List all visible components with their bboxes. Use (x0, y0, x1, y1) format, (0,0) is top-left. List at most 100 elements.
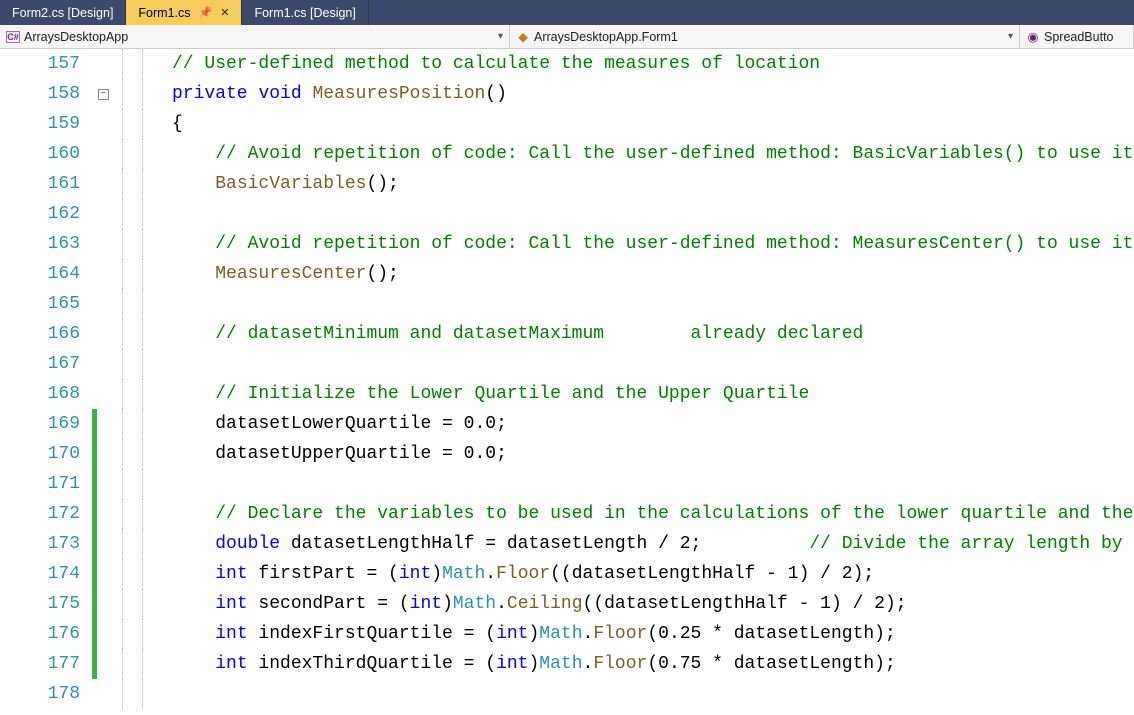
tab-form1-cs[interactable]: Form1.cs 📌 ✕ (126, 0, 242, 25)
code-line[interactable]: 167 (0, 349, 1134, 379)
chevron-down-icon: ▾ (1008, 31, 1013, 42)
tab-form2-design[interactable]: Form2.cs [Design] (0, 0, 126, 25)
indent-guides (114, 499, 172, 529)
code-line[interactable]: 164 MeasuresCenter(); (0, 259, 1134, 289)
code-line[interactable]: 178 (0, 679, 1134, 709)
line-number: 173 (0, 529, 92, 559)
tab-label: Form2.cs [Design] (12, 6, 113, 20)
code-text[interactable]: private void MeasuresPosition() (172, 79, 1134, 109)
line-number: 166 (0, 319, 92, 349)
code-line[interactable]: 166 // datasetMinimum and datasetMaximum… (0, 319, 1134, 349)
indent-guides (114, 79, 172, 109)
code-text[interactable]: // datasetMinimum and datasetMaximum alr… (172, 319, 1134, 349)
code-line[interactable]: 165 (0, 289, 1134, 319)
gutter-marks (92, 259, 114, 289)
change-marker (92, 589, 97, 619)
gutter-marks (92, 649, 114, 679)
code-line[interactable]: 177 int indexThirdQuartile = (int)Math.F… (0, 649, 1134, 679)
code-line[interactable]: 172 // Declare the variables to be used … (0, 499, 1134, 529)
code-text[interactable]: int indexFirstQuartile = (int)Math.Floor… (172, 619, 1134, 649)
code-text[interactable]: { (172, 109, 1134, 139)
line-number: 174 (0, 559, 92, 589)
gutter-marks (92, 229, 114, 259)
line-number: 177 (0, 649, 92, 679)
change-marker (92, 499, 97, 529)
gutter-marks (92, 139, 114, 169)
line-number: 164 (0, 259, 92, 289)
gutter-marks (92, 679, 114, 709)
code-text[interactable]: // Avoid repetition of code: Call the us… (172, 229, 1134, 259)
gutter-marks (92, 589, 114, 619)
indent-guides (114, 529, 172, 559)
indent-guides (114, 559, 172, 589)
nav-bar: C# ArraysDesktopApp ▾ ◆ ArraysDesktopApp… (0, 25, 1134, 49)
chevron-down-icon: ▾ (498, 31, 503, 42)
code-text[interactable]: int secondPart = (int)Math.Ceiling((data… (172, 589, 1134, 619)
line-number: 161 (0, 169, 92, 199)
method-icon: ◉ (1026, 29, 1040, 44)
code-text[interactable]: datasetUpperQuartile = 0.0; (172, 439, 1134, 469)
code-text[interactable]: // Avoid repetition of code: Call the us… (172, 139, 1134, 169)
code-text[interactable] (172, 289, 1134, 319)
code-line[interactable]: 176 int indexFirstQuartile = (int)Math.F… (0, 619, 1134, 649)
nav-project-combo[interactable]: C# ArraysDesktopApp ▾ (0, 25, 510, 48)
pin-icon[interactable]: 📌 (199, 6, 213, 19)
gutter-marks (92, 289, 114, 319)
code-text[interactable]: MeasuresCenter(); (172, 259, 1134, 289)
code-text[interactable]: int indexThirdQuartile = (int)Math.Floor… (172, 649, 1134, 679)
code-text[interactable] (172, 679, 1134, 709)
line-number: 160 (0, 139, 92, 169)
code-line[interactable]: 158−private void MeasuresPosition() (0, 79, 1134, 109)
indent-guides (114, 469, 172, 499)
code-text[interactable]: // User-defined method to calculate the … (172, 49, 1134, 79)
code-line[interactable]: 174 int firstPart = (int)Math.Floor((dat… (0, 559, 1134, 589)
code-line[interactable]: 163 // Avoid repetition of code: Call th… (0, 229, 1134, 259)
gutter-marks (92, 469, 114, 499)
code-line[interactable]: 173 double datasetLengthHalf = datasetLe… (0, 529, 1134, 559)
code-text[interactable] (172, 349, 1134, 379)
editor-gutter: 157 // User-defined method to calculate t… (0, 49, 1134, 715)
code-line[interactable]: 170 datasetUpperQuartile = 0.0; (0, 439, 1134, 469)
indent-guides (114, 259, 172, 289)
gutter-marks (92, 109, 114, 139)
code-line[interactable]: 162 (0, 199, 1134, 229)
line-number: 171 (0, 469, 92, 499)
line-number: 178 (0, 679, 92, 709)
line-number: 157 (0, 49, 92, 79)
line-number: 169 (0, 409, 92, 439)
code-line[interactable]: 157 // User-defined method to calculate t… (0, 49, 1134, 79)
gutter-marks (92, 529, 114, 559)
code-text[interactable]: datasetLowerQuartile = 0.0; (172, 409, 1134, 439)
code-line[interactable]: 175 int secondPart = (int)Math.Ceiling((… (0, 589, 1134, 619)
code-line[interactable]: 169 datasetLowerQuartile = 0.0; (0, 409, 1134, 439)
code-line[interactable]: 168 // Initialize the Lower Quartile and… (0, 379, 1134, 409)
indent-guides (114, 169, 172, 199)
code-text[interactable]: int firstPart = (int)Math.Floor((dataset… (172, 559, 1134, 589)
line-number: 176 (0, 619, 92, 649)
code-line[interactable]: 159{ (0, 109, 1134, 139)
nav-class-combo[interactable]: ◆ ArraysDesktopApp.Form1 ▾ (510, 25, 1020, 48)
code-line[interactable]: 161 BasicVariables(); (0, 169, 1134, 199)
gutter-marks (92, 409, 114, 439)
code-text[interactable]: // Declare the variables to be used in t… (172, 499, 1134, 529)
gutter-marks (92, 439, 114, 469)
nav-member-combo[interactable]: ◉ SpreadButto (1020, 25, 1134, 48)
change-marker (92, 559, 97, 589)
code-text[interactable] (172, 469, 1134, 499)
code-text[interactable]: // Initialize the Lower Quartile and the… (172, 379, 1134, 409)
line-number: 175 (0, 589, 92, 619)
indent-guides (114, 109, 172, 139)
nav-project-label: ArraysDesktopApp (24, 30, 128, 44)
code-editor[interactable]: 157 // User-defined method to calculate t… (0, 49, 1134, 715)
close-icon[interactable]: ✕ (220, 6, 229, 19)
gutter-marks (92, 349, 114, 379)
collapse-toggle[interactable]: − (98, 89, 109, 100)
code-line[interactable]: 171 (0, 469, 1134, 499)
tab-form1-design[interactable]: Form1.cs [Design] (242, 0, 368, 25)
code-text[interactable] (172, 199, 1134, 229)
code-line[interactable]: 160 // Avoid repetition of code: Call th… (0, 139, 1134, 169)
line-number: 163 (0, 229, 92, 259)
code-text[interactable]: BasicVariables(); (172, 169, 1134, 199)
code-text[interactable]: double datasetLengthHalf = datasetLength… (172, 529, 1134, 559)
tab-label: Form1.cs [Design] (254, 6, 355, 20)
